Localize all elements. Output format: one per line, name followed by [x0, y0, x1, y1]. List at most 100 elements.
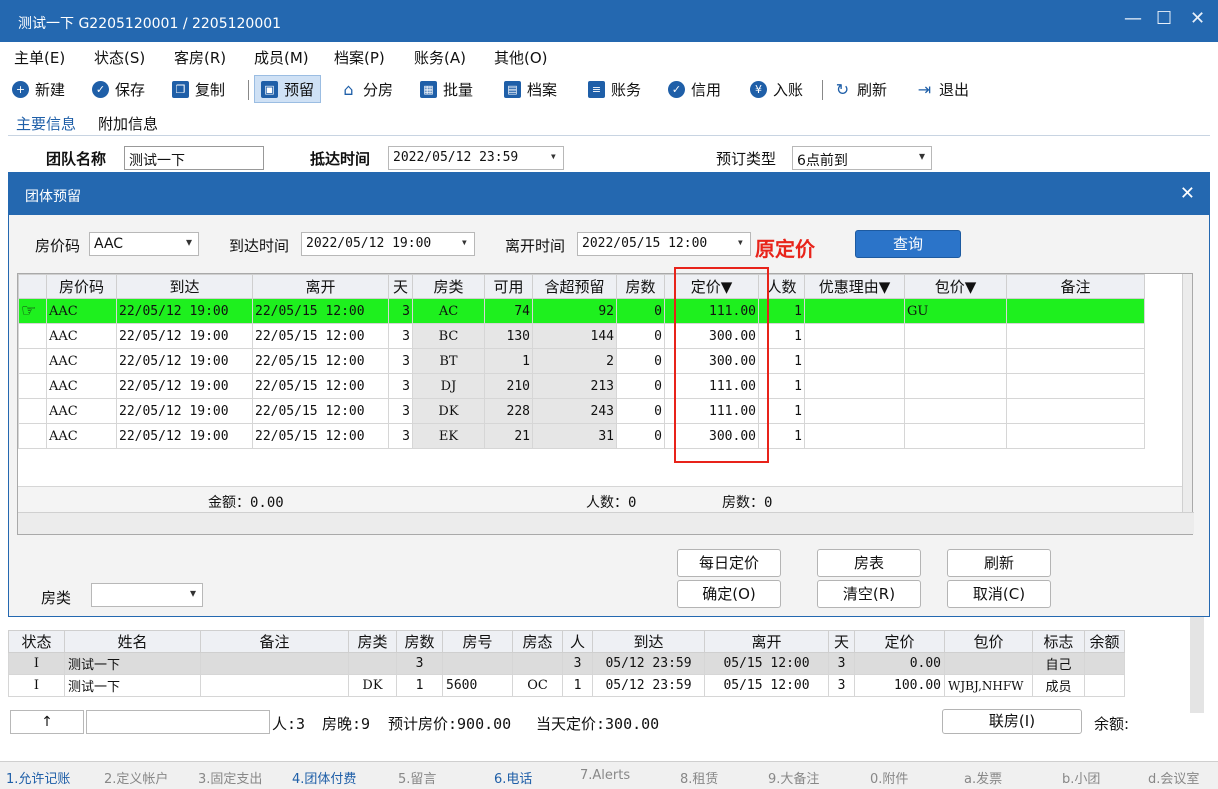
menu-other[interactable]: 其他(O): [494, 47, 548, 68]
cell-balance[interactable]: [1084, 652, 1125, 675]
col-flag[interactable]: 标志: [1032, 630, 1085, 653]
cell-discount-reason[interactable]: [804, 348, 905, 374]
cell-note[interactable]: [1006, 298, 1145, 324]
booking-type-select[interactable]: 6点前到 ▾: [792, 146, 932, 170]
cell-status[interactable]: I: [8, 674, 65, 697]
menu-member[interactable]: 成员(M): [254, 47, 309, 68]
cell-package[interactable]: [904, 373, 1007, 399]
cell-note[interactable]: [1006, 348, 1145, 374]
cell-note[interactable]: [200, 674, 349, 697]
cell-rooms[interactable]: 0: [616, 423, 665, 449]
col-days[interactable]: 天: [388, 274, 413, 299]
refresh-button[interactable]: ↻ 刷新: [834, 77, 887, 101]
cell-room-state[interactable]: [512, 652, 563, 675]
cell-room-type[interactable]: [348, 652, 397, 675]
cell-depart[interactable]: 22/05/15 12:00: [252, 348, 389, 374]
cell-rooms[interactable]: 0: [616, 348, 665, 374]
status-item[interactable]: 0.附件: [870, 768, 908, 787]
batch-button[interactable]: ▦ 批量: [420, 77, 473, 101]
status-item[interactable]: 2.定义帐户: [104, 768, 168, 787]
cell-rooms[interactable]: 1: [396, 674, 443, 697]
cell-rooms[interactable]: 0: [616, 373, 665, 399]
col-room-no[interactable]: 房号: [442, 630, 513, 653]
col-arrive[interactable]: 到达: [592, 630, 705, 653]
query-button[interactable]: 查询: [855, 230, 961, 258]
save-button[interactable]: ✓ 保存: [92, 77, 145, 101]
menu-main[interactable]: 主单(E): [14, 47, 65, 68]
tab-main-info[interactable]: 主要信息: [16, 113, 76, 134]
room-list-button[interactable]: 房表: [817, 549, 921, 577]
col-available[interactable]: 可用: [484, 274, 533, 299]
status-item[interactable]: 9.大备注: [768, 768, 819, 787]
cell-discount-reason[interactable]: [804, 323, 905, 349]
cell-room-no[interactable]: 5600: [442, 674, 513, 697]
col-room-state[interactable]: 房态: [512, 630, 563, 653]
credit-button[interactable]: ✓ 信用: [668, 77, 721, 101]
col-rooms[interactable]: 房数: [616, 274, 665, 299]
cell-name[interactable]: 测试一下: [64, 674, 201, 697]
cell-flag[interactable]: 成员: [1032, 674, 1085, 697]
cell-arrive[interactable]: 22/05/12 19:00: [116, 348, 253, 374]
cell-arrive[interactable]: 22/05/12 19:00: [116, 423, 253, 449]
status-item[interactable]: d.会议室: [1148, 768, 1199, 787]
cell-note[interactable]: [1006, 398, 1145, 424]
status-item[interactable]: 5.留言: [398, 768, 436, 787]
cell-price[interactable]: 100.00: [854, 674, 945, 697]
cell-depart[interactable]: 22/05/15 12:00: [252, 373, 389, 399]
col-arrive[interactable]: 到达: [116, 274, 253, 299]
cell-people[interactable]: 1: [562, 674, 593, 697]
arrive-time-select[interactable]: 2022/05/12 19:00 ▾: [301, 232, 475, 256]
post-button[interactable]: ¥ 入账: [750, 77, 803, 101]
maximize-icon[interactable]: ☐: [1156, 8, 1172, 29]
cell-discount-reason[interactable]: [804, 423, 905, 449]
member-vertical-scrollbar[interactable]: [1190, 617, 1204, 713]
minimize-icon[interactable]: —: [1124, 8, 1142, 29]
menu-profile[interactable]: 档案(P): [334, 47, 385, 68]
cell-depart[interactable]: 22/05/15 12:00: [252, 398, 389, 424]
room-type-select[interactable]: ▾: [91, 583, 203, 607]
ok-button[interactable]: 确定(O): [677, 580, 781, 608]
table-row[interactable]: AAC 22/05/12 19:00 22/05/15 12:00 3 BT 1…: [18, 348, 1145, 374]
col-people[interactable]: 人: [562, 630, 593, 653]
grid-vertical-scrollbar[interactable]: [1182, 274, 1192, 512]
grid-horizontal-scrollbar[interactable]: [18, 512, 1194, 534]
cell-days[interactable]: 3: [388, 323, 413, 349]
cell-discount-reason[interactable]: [804, 298, 905, 324]
group-name-field[interactable]: 测试一下: [124, 146, 264, 170]
profile-button[interactable]: ▤ 档案: [504, 77, 557, 101]
cell-flag[interactable]: 自己: [1032, 652, 1085, 675]
col-days[interactable]: 天: [828, 630, 855, 653]
assign-room-button[interactable]: ⌂ 分房: [340, 77, 393, 101]
tab-extra-info[interactable]: 附加信息: [98, 113, 158, 134]
table-row[interactable]: AAC 22/05/12 19:00 22/05/15 12:00 3 BC 1…: [18, 323, 1145, 349]
cell-balance[interactable]: [1084, 674, 1125, 697]
member-filter-input[interactable]: [86, 710, 270, 734]
status-item[interactable]: 6.电话: [494, 768, 532, 787]
daily-price-button[interactable]: 每日定价: [677, 549, 781, 577]
status-item[interactable]: 4.团体付费: [292, 768, 356, 787]
cell-arrive[interactable]: 05/12 23:59: [592, 674, 705, 697]
table-row[interactable]: AAC 22/05/12 19:00 22/05/15 12:00 3 DJ 2…: [18, 373, 1145, 399]
reserve-button[interactable]: ▣ 预留: [254, 75, 322, 103]
cell-days[interactable]: 3: [388, 423, 413, 449]
cell-people[interactable]: 3: [562, 652, 593, 675]
cell-rate-code[interactable]: AAC: [46, 373, 117, 399]
cell-days[interactable]: 3: [388, 298, 413, 324]
rate-code-select[interactable]: AAC ▾: [89, 232, 199, 256]
menu-room[interactable]: 客房(R): [174, 47, 226, 68]
dialog-close-icon[interactable]: ✕: [1180, 183, 1195, 204]
link-room-button[interactable]: 联房(I): [942, 709, 1082, 734]
cancel-button[interactable]: 取消(C): [947, 580, 1051, 608]
col-rooms[interactable]: 房数: [396, 630, 443, 653]
cell-days[interactable]: 3: [388, 373, 413, 399]
clear-button[interactable]: 清空(R): [817, 580, 921, 608]
cell-rate-code[interactable]: AAC: [46, 298, 117, 324]
status-item[interactable]: a.发票: [964, 768, 1002, 787]
col-room-type[interactable]: 房类: [348, 630, 397, 653]
exit-button[interactable]: ⇥ 退出: [916, 77, 969, 101]
col-room-type[interactable]: 房类: [412, 274, 485, 299]
table-row[interactable]: AAC 22/05/12 19:00 22/05/15 12:00 3 EK 2…: [18, 423, 1145, 449]
dialog-refresh-button[interactable]: 刷新: [947, 549, 1051, 577]
depart-time-select[interactable]: 2022/05/15 12:00 ▾: [577, 232, 751, 256]
status-item[interactable]: 8.租赁: [680, 768, 718, 787]
